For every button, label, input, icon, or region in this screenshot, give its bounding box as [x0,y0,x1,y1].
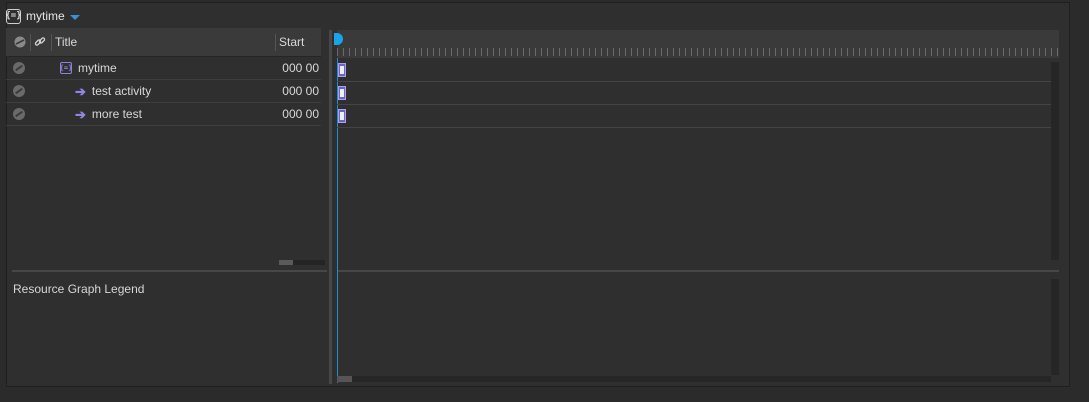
table-row[interactable]: ➔ more test 000 00 [6,103,321,126]
project-bar[interactable] [338,63,346,77]
activity-bar[interactable] [338,86,346,100]
row-title-cell: ➔ test activity [75,84,151,98]
column-separator[interactable] [30,34,31,51]
status-column-header[interactable] [12,28,28,56]
activity-arrow-icon: ➔ [75,106,86,122]
ruler-ticks [337,48,1059,56]
table-header: Title Start [6,28,321,57]
row-title-cell: ➔ more test [75,107,142,121]
column-separator[interactable] [275,34,276,51]
row-start: 000 00 [282,61,319,75]
vertical-splitter[interactable] [329,30,332,384]
status-icon[interactable] [13,85,25,97]
table-horizontal-scrollbar[interactable] [279,260,325,265]
status-icon[interactable] [13,62,25,74]
horizontal-splitter[interactable] [12,270,327,272]
project-bracket-icon: {=} [5,8,22,24]
timeline-ruler[interactable] [337,30,1059,58]
horizontal-splitter[interactable] [337,270,1059,272]
start-column-header[interactable]: Start [279,28,319,56]
row-title: test activity [91,84,152,98]
activity-table: Title Start {=} mytime 000 00 ➔ test act… [6,28,325,268]
title-column-header[interactable]: Title [55,28,275,56]
gantt-row [337,82,1051,105]
table-rows: {=} mytime 000 00 ➔ test activity 000 00… [6,57,321,126]
status-icon[interactable] [13,108,25,120]
table-row[interactable]: ➔ test activity 000 00 [6,80,321,103]
resource-graph-legend: Resource Graph Legend [13,282,145,296]
activity-bar[interactable] [338,109,346,123]
project-bracket-icon: {=} [59,62,73,74]
row-title-cell: {=} mytime [60,61,117,75]
scrollbar-thumb[interactable] [279,260,293,265]
gantt-row [337,59,1051,82]
row-start: 000 00 [282,107,319,121]
gantt-row [337,105,1051,128]
activity-arrow-icon: ➔ [75,83,86,99]
project-title: mytime [26,9,65,23]
scrollbar-thumb[interactable] [337,376,352,382]
resource-vertical-scrollbar[interactable] [1051,279,1059,375]
panel-titlebar: {=} mytime [5,6,80,26]
row-title: mytime [78,61,117,75]
link-column-header[interactable] [32,28,48,56]
chevron-down-icon[interactable] [69,14,80,20]
row-title: more test [91,107,142,121]
link-icon [34,37,46,46]
gantt-rows [337,59,1051,128]
timeline-vertical-scrollbar[interactable] [1051,62,1059,260]
column-separator[interactable] [51,34,52,51]
row-start: 000 00 [282,84,319,98]
status-icon [14,36,26,48]
timeline-horizontal-scrollbar[interactable] [337,376,1051,382]
table-row[interactable]: {=} mytime 000 00 [6,57,321,80]
